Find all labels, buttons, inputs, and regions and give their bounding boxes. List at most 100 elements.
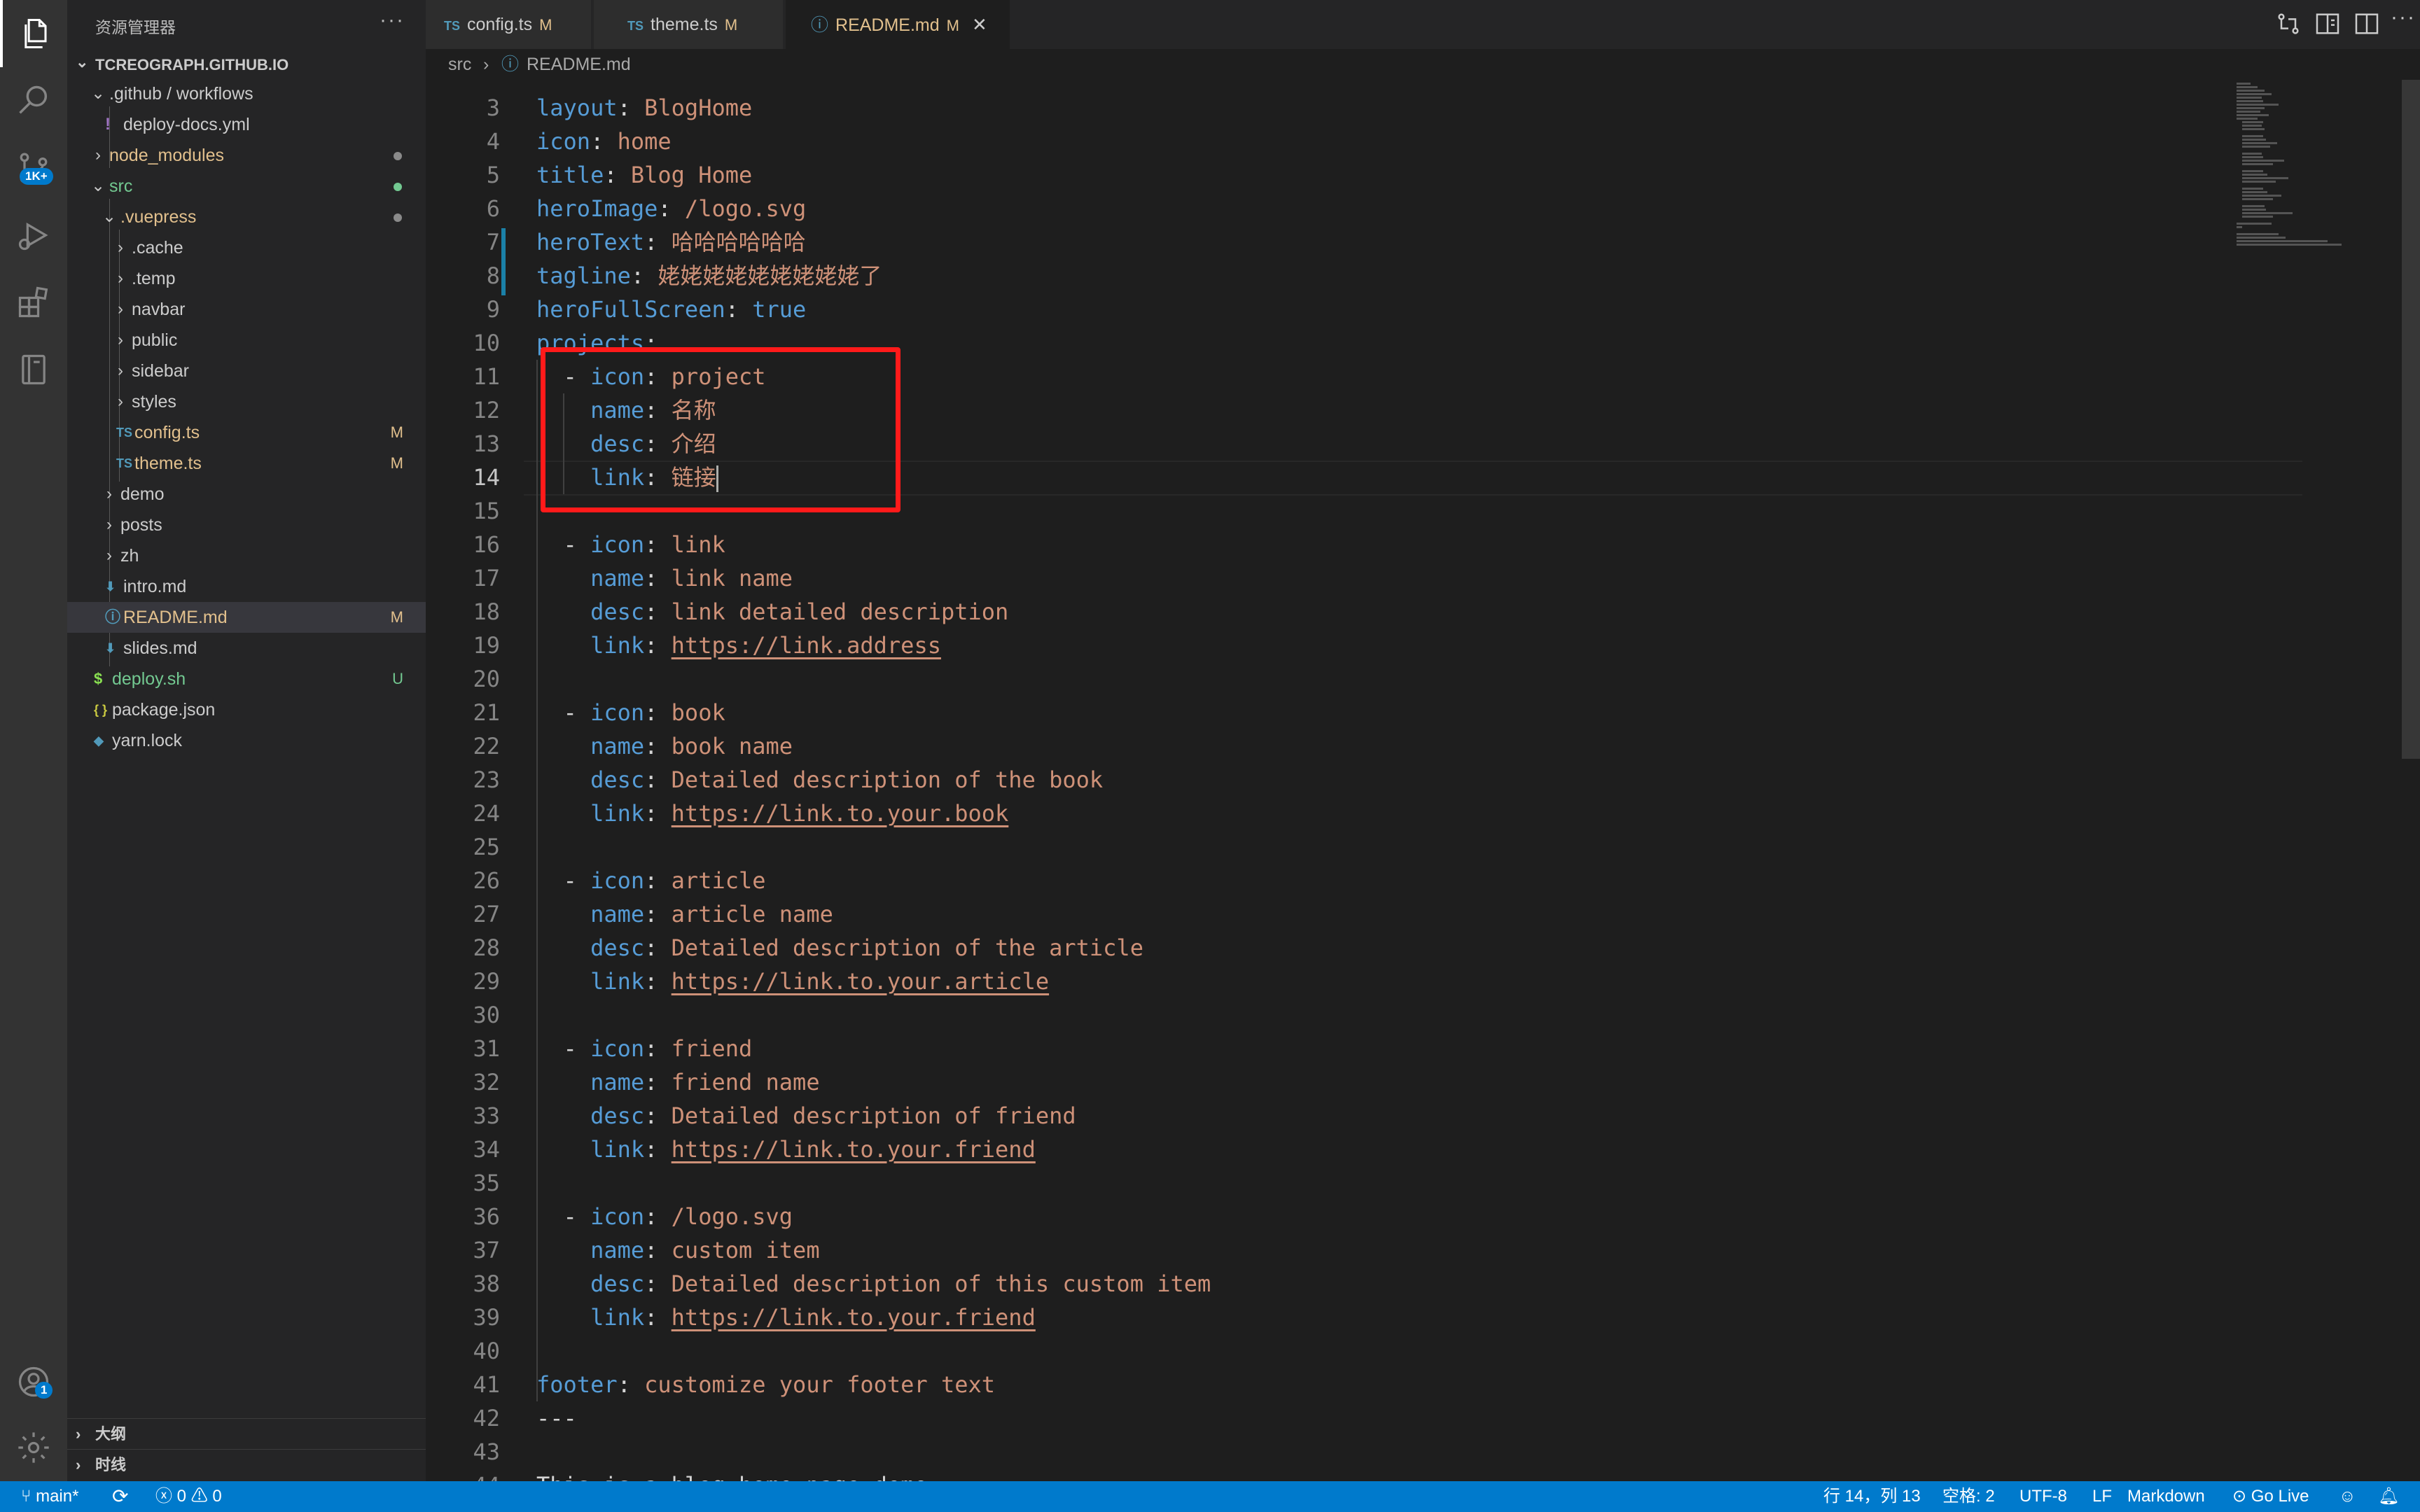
feedback-icon[interactable]: ☺ [2339,1481,2356,1512]
tree-item[interactable]: $ deploy.sh U [67,664,426,694]
minimap-line [2237,90,2265,92]
tree-item-label: node_modules [109,146,225,165]
go-live-button[interactable]: ⊙ Go Live [2232,1481,2309,1512]
tree-item[interactable]: › public [67,325,426,356]
yaml-key: link [590,1136,645,1163]
more-actions-icon[interactable]: ··· [380,8,405,32]
more-actions-icon[interactable]: ··· [2391,6,2416,29]
tree-item[interactable]: TS theme.ts M [67,448,426,479]
minimap-line [2237,244,2342,246]
yaml-value: book name [671,733,793,760]
tree-item[interactable]: ⬇ slides.md [67,633,426,664]
tree-item[interactable]: › posts [67,510,426,540]
run-debug-icon[interactable] [0,202,67,269]
notebook-icon[interactable] [0,336,67,403]
problems-indicator[interactable]: ⓧ 0 ⚠ 0 [155,1481,222,1512]
chevron-right-icon: › [95,146,101,164]
tree-item[interactable]: { } package.json [67,694,426,725]
line-number: 12 [473,397,500,424]
tree-item-label: deploy-docs.yml [123,115,250,134]
line-number: 14 [473,464,500,491]
compare-changes-icon[interactable] [2274,10,2302,38]
typescript-icon: TS [116,426,133,440]
line-number: 11 [473,363,500,390]
tree-item[interactable]: › zh [67,540,426,571]
vertical-scrollbar[interactable] [2402,80,2420,759]
search-icon[interactable] [0,67,67,134]
tree-item[interactable]: › .cache [67,232,426,263]
gear-icon[interactable] [0,1414,67,1481]
minimap-line [2242,170,2263,172]
tree-item[interactable]: › sidebar [67,356,426,386]
tree-item[interactable]: ⌄ src [67,171,426,202]
tree-item[interactable]: TS config.ts M [67,417,426,448]
line-number: 10 [473,330,500,356]
code-line: tagline: 姥姥姥姥姥姥姥姥姥了 [536,262,882,289]
tree-item[interactable]: › navbar [67,294,426,325]
close-icon[interactable]: ✕ [972,14,987,35]
tree-item[interactable]: ⌄ .vuepress [67,202,426,232]
tree-item[interactable]: ◆ yarn.lock [67,725,426,756]
minimap-line [2242,153,2262,155]
split-editor-icon[interactable] [2353,10,2381,38]
encoding[interactable]: UTF-8 [2019,1481,2067,1512]
tree-item[interactable]: ⌄ .github / workflows [67,78,426,109]
broadcast-icon: ⊙ [2232,1487,2251,1506]
chevron-right-icon: › [106,546,112,565]
minimap-line [2242,209,2266,211]
sync-icon[interactable]: ⟳ [112,1481,128,1512]
line-number: 40 [473,1338,500,1364]
open-preview-icon[interactable] [2314,10,2342,38]
line-number: 37 [473,1237,500,1264]
line-number: 16 [473,531,500,558]
branch-indicator[interactable]: ⑂ main* [21,1481,78,1512]
line-number: 32 [473,1069,500,1096]
code-line: name: link name [590,565,793,592]
cursor-position[interactable]: 行 14，列 13 [1823,1481,1921,1512]
explorer-sidebar: 资源管理器 ··· ⌄ TCREOGRAPH.GITHUB.IO ⌄ .githu… [67,0,426,1481]
explorer-icon[interactable] [0,0,70,67]
yaml-value: link detailed description [671,598,1009,625]
tree-item[interactable]: › demo [67,479,426,510]
workspace-root[interactable]: ⌄ TCREOGRAPH.GITHUB.IO [67,50,426,78]
line-number: 9 [486,296,500,323]
breadcrumb-file[interactable]: README.md [527,49,631,80]
minimap[interactable] [2231,80,2392,290]
extensions-icon[interactable] [0,269,67,336]
tree-item[interactable]: › .temp [67,263,426,294]
info-icon: ⓘ [811,15,829,35]
minimap-line [2242,198,2273,200]
tree-item[interactable]: ⬇ intro.md [67,571,426,602]
code-line: name: friend name [590,1069,820,1096]
tab-readme-md[interactable]: ⓘ README.md M ✕ [786,0,1010,49]
tree-item[interactable]: › node_modules [67,140,426,171]
minimap-line [2237,104,2279,106]
outline-section[interactable]: › 大纲 [67,1418,426,1450]
tab-config-ts[interactable]: TS config.ts M [426,0,591,49]
line-number: 7 [486,229,500,255]
git-status-dot [394,152,402,160]
line-number: 20 [473,666,500,692]
indentation[interactable]: 空格: 2 [1942,1481,1995,1512]
line-number: 17 [473,565,500,592]
tree-item[interactable]: › styles [67,386,426,417]
modified-gutter-mark [501,228,506,262]
list-dash: - [563,1035,591,1062]
line-number: 36 [473,1203,500,1230]
tree-item-label: .vuepress [120,207,197,227]
notifications-icon[interactable]: 🔔︎ [2378,1481,2399,1512]
tree-item-label: posts [120,515,162,535]
code-editor[interactable]: 3 layout: BlogHome 4 icon: home 5 title: Blog… [426,80,2420,1481]
breadcrumb-folder[interactable]: src [448,49,471,80]
account-icon[interactable] [0,1348,67,1415]
tab-theme-ts[interactable]: TS theme.ts M [594,0,783,49]
language-mode[interactable]: Markdown [2127,1481,2205,1512]
end-of-line[interactable]: LF [2092,1481,2112,1512]
chevron-right-icon: › [118,361,123,380]
yaml-key: name [590,1069,645,1096]
timeline-section[interactable]: › 时线 [67,1449,426,1480]
status-bar: ⑂ main* ⟳ ⓧ 0 ⚠ 0 行 14，列 13 空格: 2 UTF-8 … [0,1481,2420,1512]
tree-item[interactable]: ! deploy-docs.yml [67,109,426,140]
line-number: 22 [473,733,500,760]
tree-item[interactable]: ⓘ README.md M [67,602,426,633]
